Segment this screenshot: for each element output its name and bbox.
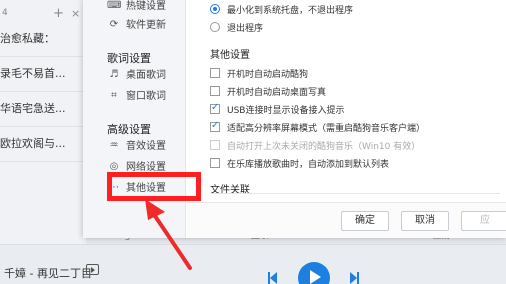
window-lyrics-icon: ⌗ <box>111 90 117 101</box>
radio-label: 最小化到系统托盘，不退出程序 <box>227 6 354 16</box>
checkbox-usb-prompt[interactable] <box>210 102 220 114</box>
dialog-footer: 确定 取消 应 <box>187 202 506 238</box>
radio-exit-program[interactable] <box>210 22 220 32</box>
playlist-item[interactable]: 华语宅急送... <box>0 101 86 117</box>
playlist-panel: 4 + × 治愈私藏： 录毛不易首... 华语宅急送... 欧拉欢阁与... <box>0 0 86 284</box>
checkbox-autostart-wallpaper[interactable] <box>210 86 220 96</box>
playlist-count: 4 <box>2 8 8 18</box>
previous-icon[interactable] <box>270 272 277 284</box>
next-icon[interactable] <box>350 272 357 284</box>
sidebar-section-lyrics: 歌词设置 <box>107 52 151 65</box>
mv-icon[interactable] <box>86 264 99 275</box>
checkbox-label: 自动打开上次未关闭的酷狗音乐（Win10 有效） <box>227 142 421 152</box>
add-playlist-icon[interactable]: + <box>53 6 64 21</box>
checkbox-autostart[interactable] <box>210 68 220 78</box>
next-bar <box>357 272 359 284</box>
settings-sidebar: ⌨ 热键设置 ⟳ 软件更新 歌词设置 ♬ 桌面歌词 ⌗ 窗口歌词 高级设置 ♒ … <box>83 0 186 238</box>
refresh-icon: ⟳ <box>109 19 119 30</box>
desktop-lyrics-icon: ♬ <box>109 69 119 80</box>
sidebar-item-update[interactable]: ⟳ 软件更新 <box>107 17 183 35</box>
settings-dialog: ⌨ 热键设置 ⟳ 软件更新 歌词设置 ♬ 桌面歌词 ⌗ 窗口歌词 高级设置 ♒ … <box>83 0 506 238</box>
playlist-item[interactable]: 治愈私藏： <box>0 31 86 47</box>
playlist-item[interactable]: 录毛不易首... <box>0 66 86 82</box>
checkbox-label: 适配高分辨率屏幕模式（需重启酷狗音乐客户端） <box>227 124 426 134</box>
sidebar-item-sound-effects[interactable]: ♒ 音效设置 <box>107 138 183 156</box>
checkbox-label: 开机时自动启动酷狗 <box>227 70 309 80</box>
section-other-settings: 其他设置 <box>210 50 250 61</box>
highlight-box <box>107 172 201 201</box>
checkbox-label: 在乐库播放歌曲时，自动添加到默认列表 <box>227 160 390 170</box>
sidebar-item-window-lyrics[interactable]: ⌗ 窗口歌词 <box>107 88 183 106</box>
ok-button[interactable]: 确定 <box>341 211 389 231</box>
sidebar-section-advanced: 高级设置 <box>107 123 151 136</box>
divider <box>210 193 500 194</box>
close-playlist-icon[interactable]: × <box>71 7 80 20</box>
checkbox-label: 开机时自动启动桌面写真 <box>227 88 327 98</box>
radio-minimize-to-tray[interactable] <box>210 4 220 14</box>
sidebar-item-desktop-lyrics[interactable]: ♬ 桌面歌词 <box>107 67 183 85</box>
apply-button[interactable]: 应 <box>461 211 506 231</box>
equalizer-icon: ♒ <box>109 140 119 151</box>
sidebar-item-hotkeys[interactable]: ⌨ 热键设置 <box>107 0 183 16</box>
cancel-button[interactable]: 取消 <box>401 211 449 231</box>
checkbox-auto-add-default[interactable] <box>210 158 220 168</box>
now-playing-title[interactable]: 千嫜 - 再见二丁目 <box>4 265 92 281</box>
checkbox-reopen-last <box>210 140 220 150</box>
checkbox-high-dpi[interactable] <box>210 120 220 132</box>
keyboard-icon: ⌨ <box>107 0 122 11</box>
playlist-item[interactable]: 欧拉欢阁与... <box>0 136 86 152</box>
checkbox-label: USB连接时显示设备接入提示 <box>227 106 345 116</box>
radio-label: 退出程序 <box>227 24 264 34</box>
